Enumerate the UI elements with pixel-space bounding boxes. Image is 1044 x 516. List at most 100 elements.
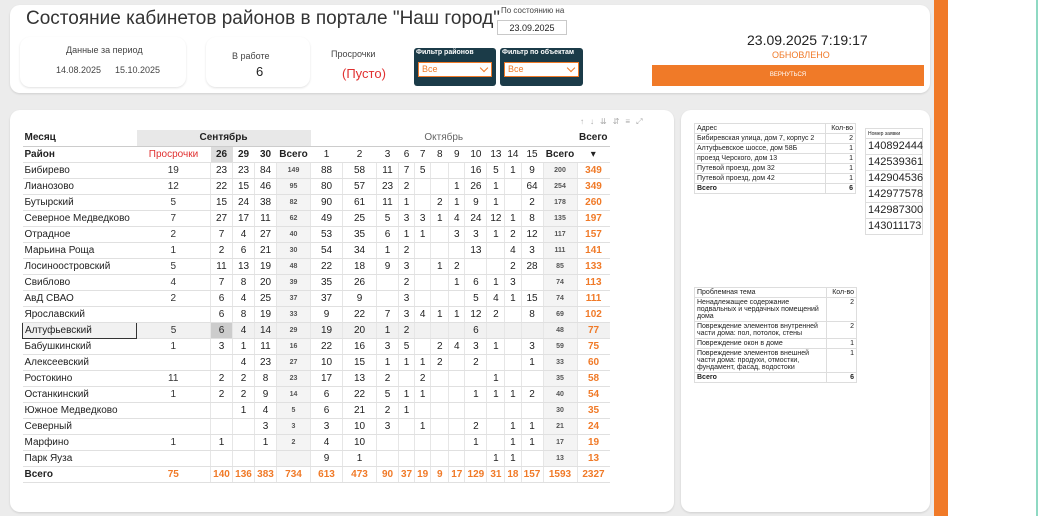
overdue-cell: 75 — [136, 465, 211, 483]
value-cell: 35 — [342, 226, 377, 243]
value-cell: 22 — [310, 338, 343, 355]
value-cell — [504, 338, 521, 355]
value-cell: 3 — [397, 258, 415, 275]
table-row[interactable]: Северное Медведково 7 27 17 11 62 49 25 5 3 3 1 4 24 1… — [22, 210, 610, 227]
table-row[interactable]: Алтуфьевский 5 6 4 14 29 19 20 1 2 6 48 77 — [22, 321, 610, 339]
focus-icon[interactable]: ⤢ — [636, 117, 648, 126]
value-cell: 2 — [232, 370, 255, 387]
table-row[interactable]: Парк Яуза 9 1 1 1 13 13 — [22, 450, 610, 467]
district-filter[interactable]: Фильтр районов Все — [414, 48, 496, 86]
table-row[interactable]: Ярославский 6 8 19 33 9 22 7 3 4 1 1 12 2 8 69 102 — [22, 306, 610, 323]
table-row[interactable]: Алтуфьевское шоссе, дом 58Б 1 — [694, 143, 856, 154]
request-item[interactable]: 142539361 — [865, 155, 923, 171]
value-cell: 3 — [210, 338, 233, 355]
table-row[interactable]: Северный 3 3 3 10 3 1 2 1 1 21 24 — [22, 418, 610, 435]
grand-total-cell: 54 — [576, 386, 610, 403]
table-row[interactable]: Останкинский 1 2 2 9 14 6 22 5 1 1 1 1 1 2 40 54 — [22, 386, 610, 403]
count-cell: 1 — [826, 348, 857, 373]
overdue-cell — [136, 354, 211, 371]
overdue-cell: 2 — [136, 226, 211, 243]
table-row[interactable]: Лосиноостровский 5 11 13 19 48 22 18 9 3 1 2 2 28 85 13… — [22, 258, 610, 275]
overdue-cell: 7 — [136, 210, 211, 227]
sep-total-cell: 37 — [276, 290, 311, 307]
sort-up-icon[interactable]: ↑ — [580, 117, 590, 126]
inwork-label: В работе — [232, 51, 270, 61]
back-button[interactable]: ВЕРНУТЬСЯ — [652, 65, 924, 86]
table-row[interactable]: Путевой проезд, дом 42 1 — [694, 173, 856, 184]
table-row[interactable]: Бибирево 19 23 23 84 149 88 58 11 7 5 16 5 1 9 200 349 — [22, 162, 610, 179]
value-cell — [414, 178, 431, 195]
sep-total-cell: 14 — [276, 386, 311, 403]
table-row[interactable]: Ненадлежащее содержание подвальных и чер… — [694, 297, 857, 322]
day-header: Всего — [543, 146, 577, 163]
value-cell: 3 — [310, 418, 343, 435]
value-cell: 2 — [486, 306, 505, 323]
overdue-cell: 1 — [136, 386, 211, 403]
value-cell: 1 — [486, 178, 505, 195]
table-row[interactable]: Отрадное 2 7 4 27 40 53 35 6 1 1 3 3 1 2 12 117 157 — [22, 226, 610, 243]
overdue-header: Просрочки — [136, 146, 211, 163]
request-item[interactable]: 143011173 — [865, 219, 923, 235]
table-row[interactable]: Путевой проезд, дом 32 1 — [694, 163, 856, 174]
period-from[interactable]: 14.08.2025 — [56, 65, 101, 75]
filter-icon[interactable]: ≡ — [625, 117, 636, 126]
table-row[interactable]: Бибиревская улица, дом 7, корпус 22 — [694, 133, 856, 144]
oct-total-cell: 200 — [542, 162, 577, 179]
period-to[interactable]: 15.10.2025 — [115, 65, 160, 75]
oct-total-cell: 59 — [542, 338, 577, 355]
table-row[interactable]: проезд Черского, дом 13 1 — [694, 153, 856, 164]
request-item[interactable]: 142904536 — [865, 171, 923, 187]
grand-total-cell: 2327 — [576, 465, 610, 483]
value-cell — [430, 242, 449, 259]
table-row[interactable]: Повреждение элементов внутренней части д… — [694, 321, 857, 339]
table-row[interactable]: Марьина Роща 1 2 6 21 30 54 34 1 2 13 4 3 111 141 — [22, 242, 610, 259]
address-cell: проезд Черского, дом 13 — [694, 153, 826, 164]
inwork-value: 6 — [256, 64, 264, 79]
status-datetime: 23.09.2025 7:19:17 — [747, 32, 868, 48]
overdue-cell — [136, 450, 211, 467]
drill-icon[interactable]: ⇊ — [600, 117, 613, 126]
value-cell: 8 — [232, 306, 255, 323]
value-cell: 2 — [430, 354, 449, 371]
district-name: Северное Медведково — [22, 210, 137, 227]
table-row[interactable]: Марфино 1 1 1 2 4 10 1 1 1 17 19 — [22, 434, 610, 451]
grand-total-cell: 77 — [576, 322, 610, 339]
value-cell — [486, 434, 505, 451]
expand-icon[interactable]: ⇵ — [613, 117, 626, 126]
district-filter-select[interactable]: Все — [418, 62, 492, 77]
table-row[interactable]: Бутырский 5 15 24 38 82 90 61 11 1 2 1 9 1 2 178 260 — [22, 194, 610, 211]
table-row[interactable]: Всего 75 140 136 383 734 613 473 90 37 19 9 17 129 31 1… — [22, 465, 610, 483]
request-item[interactable]: 142987300 — [865, 203, 923, 219]
value-cell: 6 — [210, 322, 233, 339]
object-filter[interactable]: Фильтр по объектам Все — [500, 48, 583, 86]
district-name: Алтуфьевский — [22, 321, 137, 339]
grand-total-cell: 111 — [576, 290, 610, 307]
object-filter-select[interactable]: Все — [504, 62, 579, 77]
table-row[interactable]: Повреждение окон в доме 1 — [694, 338, 857, 349]
object-filter-value: Все — [508, 64, 524, 74]
table-row[interactable]: Повреждение элементов внешней части дома… — [694, 348, 857, 373]
table-row[interactable]: Южное Медведково 1 4 5 6 21 2 1 30 35 — [22, 402, 610, 419]
table-row[interactable]: АвД СВАО 2 6 4 25 37 37 9 3 5 4 1 15 74 111 — [22, 290, 610, 307]
topic-cell: Повреждение элементов внутренней части д… — [694, 321, 827, 339]
grand-total-cell: 24 — [576, 418, 610, 435]
value-cell: 27 — [210, 210, 233, 227]
address-cell: Путевой проезд, дом 42 — [694, 173, 826, 184]
request-item[interactable]: 142977578 — [865, 187, 923, 203]
grand-total-cell: 197 — [576, 210, 610, 227]
request-item[interactable]: 140892444 — [865, 139, 923, 155]
table-row[interactable]: Ростокино 11 2 2 8 23 17 13 2 2 1 35 58 — [22, 370, 610, 387]
sep-total-cell: 30 — [276, 242, 311, 259]
table-row[interactable]: Свиблово 4 7 8 20 39 35 26 2 1 6 1 3 74 113 — [22, 274, 610, 291]
total-label: Всего — [694, 372, 827, 383]
value-cell: 11 — [376, 194, 399, 211]
grand-total-cell: 141 — [576, 242, 610, 259]
value-cell — [430, 274, 449, 291]
sort-down-icon[interactable]: ↓ — [590, 117, 600, 126]
table-row[interactable]: Лианозово 12 22 15 46 95 80 57 23 2 1 26 1 64 254 349 — [22, 178, 610, 195]
value-cell — [430, 290, 449, 307]
value-cell: 1 — [397, 226, 415, 243]
table-row[interactable]: Алексеевский 4 23 27 10 15 1 1 1 2 2 1 33 60 — [22, 354, 610, 371]
district-name: АвД СВАО — [22, 290, 137, 307]
table-row[interactable]: Бабушкинский 1 3 1 11 16 22 16 3 5 2 4 3 1 3 59 75 — [22, 338, 610, 355]
